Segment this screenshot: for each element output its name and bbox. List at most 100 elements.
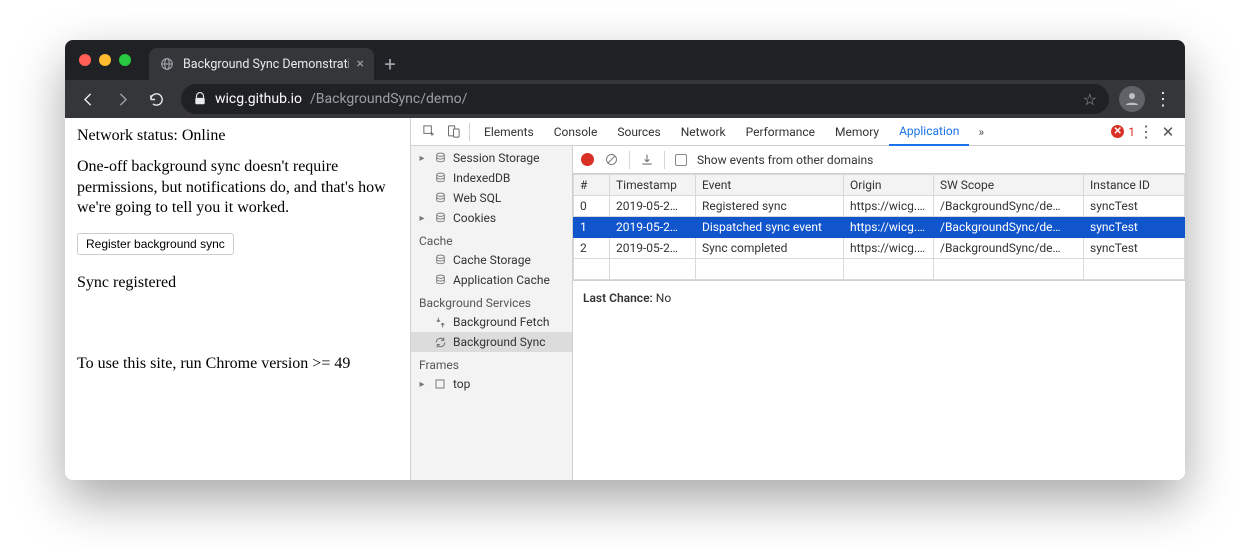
database-icon [433,192,447,205]
detail-value: No [656,291,671,305]
minimize-window-icon[interactable] [99,54,111,66]
table-cell: Registered sync [696,196,844,217]
browser-menu-icon[interactable]: ⋮ [1149,89,1177,110]
devtools-menu-icon[interactable]: ⋮ [1135,122,1157,141]
table-cell: /BackgroundSync/de… [934,196,1084,217]
address-bar[interactable]: wicg.github.io/BackgroundSync/demo/ ☆ [181,84,1109,114]
devtools-tab-elements[interactable]: Elements [474,118,544,146]
devtools-tabs: ElementsConsoleSourcesNetworkPerformance… [474,118,969,146]
sidebar-heading-cache: Cache [411,228,572,250]
globe-icon [159,56,175,72]
table-cell: 0 [574,196,610,217]
table-header[interactable]: Timestamp [610,175,696,196]
sidebar-item-web-sql[interactable]: Web SQL [411,188,572,208]
table-cell: /BackgroundSync/de… [934,238,1084,259]
database-icon [433,212,447,225]
devtools-tab-memory[interactable]: Memory [825,118,889,146]
database-icon [433,172,447,185]
show-other-domains-checkbox[interactable] [675,154,687,166]
device-toggle-icon[interactable] [441,120,465,144]
profile-avatar[interactable] [1119,86,1145,112]
inspect-element-icon[interactable] [417,120,441,144]
database-icon [433,254,447,267]
close-tab-icon[interactable]: × [357,56,364,72]
table-header[interactable]: SW Scope [934,175,1084,196]
tab-strip: Background Sync Demonstratio × + [65,40,1185,80]
devtools-tab-network[interactable]: Network [671,118,736,146]
sidebar-item-application-cache[interactable]: Application Cache [411,270,572,290]
database-icon [433,152,447,165]
sidebar-heading-frames: Frames [411,352,572,374]
browser-toolbar: wicg.github.io/BackgroundSync/demo/ ☆ ⋮ [65,80,1185,118]
table-cell: /BackgroundSync/de… [934,217,1084,238]
sidebar-item-background-sync[interactable]: Background Sync [411,332,572,352]
devtools-tab-console[interactable]: Console [544,118,608,146]
table-header[interactable]: # [574,175,610,196]
table-row [574,259,1185,280]
window-controls[interactable] [75,40,139,80]
sidebar-item-indexeddb[interactable]: IndexedDB [411,168,572,188]
table-cell: 1 [574,217,610,238]
browser-window: Background Sync Demonstratio × + wicg.gi… [65,40,1185,480]
fetch-icon [433,316,447,329]
url-path: /BackgroundSync/demo/ [310,91,467,107]
reload-button[interactable] [141,84,171,114]
devtools-tab-sources[interactable]: Sources [607,118,670,146]
table-cell: 2019-05-2… [610,196,696,217]
new-tab-button[interactable]: + [374,48,406,80]
table-header[interactable]: Instance ID [1084,175,1185,196]
table-row[interactable]: 12019-05-2…Dispatched sync eventhttps://… [574,217,1185,238]
error-indicator[interactable]: ✕ 1 [1111,125,1135,139]
sidebar-item-cache-storage[interactable]: Cache Storage [411,250,572,270]
more-tabs-icon[interactable]: » [969,125,993,139]
back-button[interactable] [73,84,103,114]
url-host: wicg.github.io [215,91,302,107]
page-footer: To use this site, run Chrome version >= … [77,354,398,375]
events-toolbar: Show events from other domains [573,146,1185,174]
register-sync-button[interactable]: Register background sync [77,233,234,255]
network-status: Network status: Online [77,126,398,147]
sync-registered-text: Sync registered [77,273,398,294]
page-body: Network status: Online One-off backgroun… [65,118,410,480]
table-cell: https://wicg.… [844,217,934,238]
table-cell: https://wicg.… [844,196,934,217]
table-row[interactable]: 22019-05-2…Sync completedhttps://wicg.…/… [574,238,1185,259]
detail-label: Last Chance: [583,291,653,305]
maximize-window-icon[interactable] [119,54,131,66]
page-description: One-off background sync doesn't require … [77,157,398,219]
devtools-close-icon[interactable]: ✕ [1157,123,1179,141]
tab-title: Background Sync Demonstratio [183,57,349,72]
devtools-tab-application[interactable]: Application [889,118,969,146]
error-count: 1 [1128,125,1135,139]
devtools-body: ▸Session StorageIndexedDBWeb SQL▸Cookies… [411,146,1185,480]
sidebar-item-frame-top[interactable]: ▸top [411,374,572,394]
lock-icon [193,92,207,106]
show-other-domains-label: Show events from other domains [697,153,873,167]
database-icon [433,274,447,287]
application-sidebar: ▸Session StorageIndexedDBWeb SQL▸Cookies… [411,146,573,480]
forward-button[interactable] [107,84,137,114]
bookmark-icon[interactable]: ☆ [1083,90,1097,109]
download-icon[interactable] [640,153,654,167]
table-cell: syncTest [1084,238,1185,259]
record-icon[interactable] [581,153,594,166]
sidebar-item-background-fetch[interactable]: Background Fetch [411,312,572,332]
clear-icon[interactable] [604,152,619,167]
browser-tab[interactable]: Background Sync Demonstratio × [149,48,374,80]
sidebar-item-session-storage[interactable]: ▸Session Storage [411,148,572,168]
events-table: #TimestampEventOriginSW ScopeInstance ID… [573,174,1185,280]
devtools-tab-performance[interactable]: Performance [736,118,825,146]
table-row[interactable]: 02019-05-2…Registered synchttps://wicg.…… [574,196,1185,217]
table-cell: Dispatched sync event [696,217,844,238]
table-header[interactable]: Event [696,175,844,196]
sync-icon [433,336,447,349]
table-cell: 2 [574,238,610,259]
table-cell: syncTest [1084,217,1185,238]
close-window-icon[interactable] [79,54,91,66]
table-cell: 2019-05-2… [610,238,696,259]
sidebar-item-cookies[interactable]: ▸Cookies [411,208,572,228]
content-area: Network status: Online One-off backgroun… [65,118,1185,480]
table-cell: 2019-05-2… [610,217,696,238]
table-header[interactable]: Origin [844,175,934,196]
sidebar-heading-bgservices: Background Services [411,290,572,312]
